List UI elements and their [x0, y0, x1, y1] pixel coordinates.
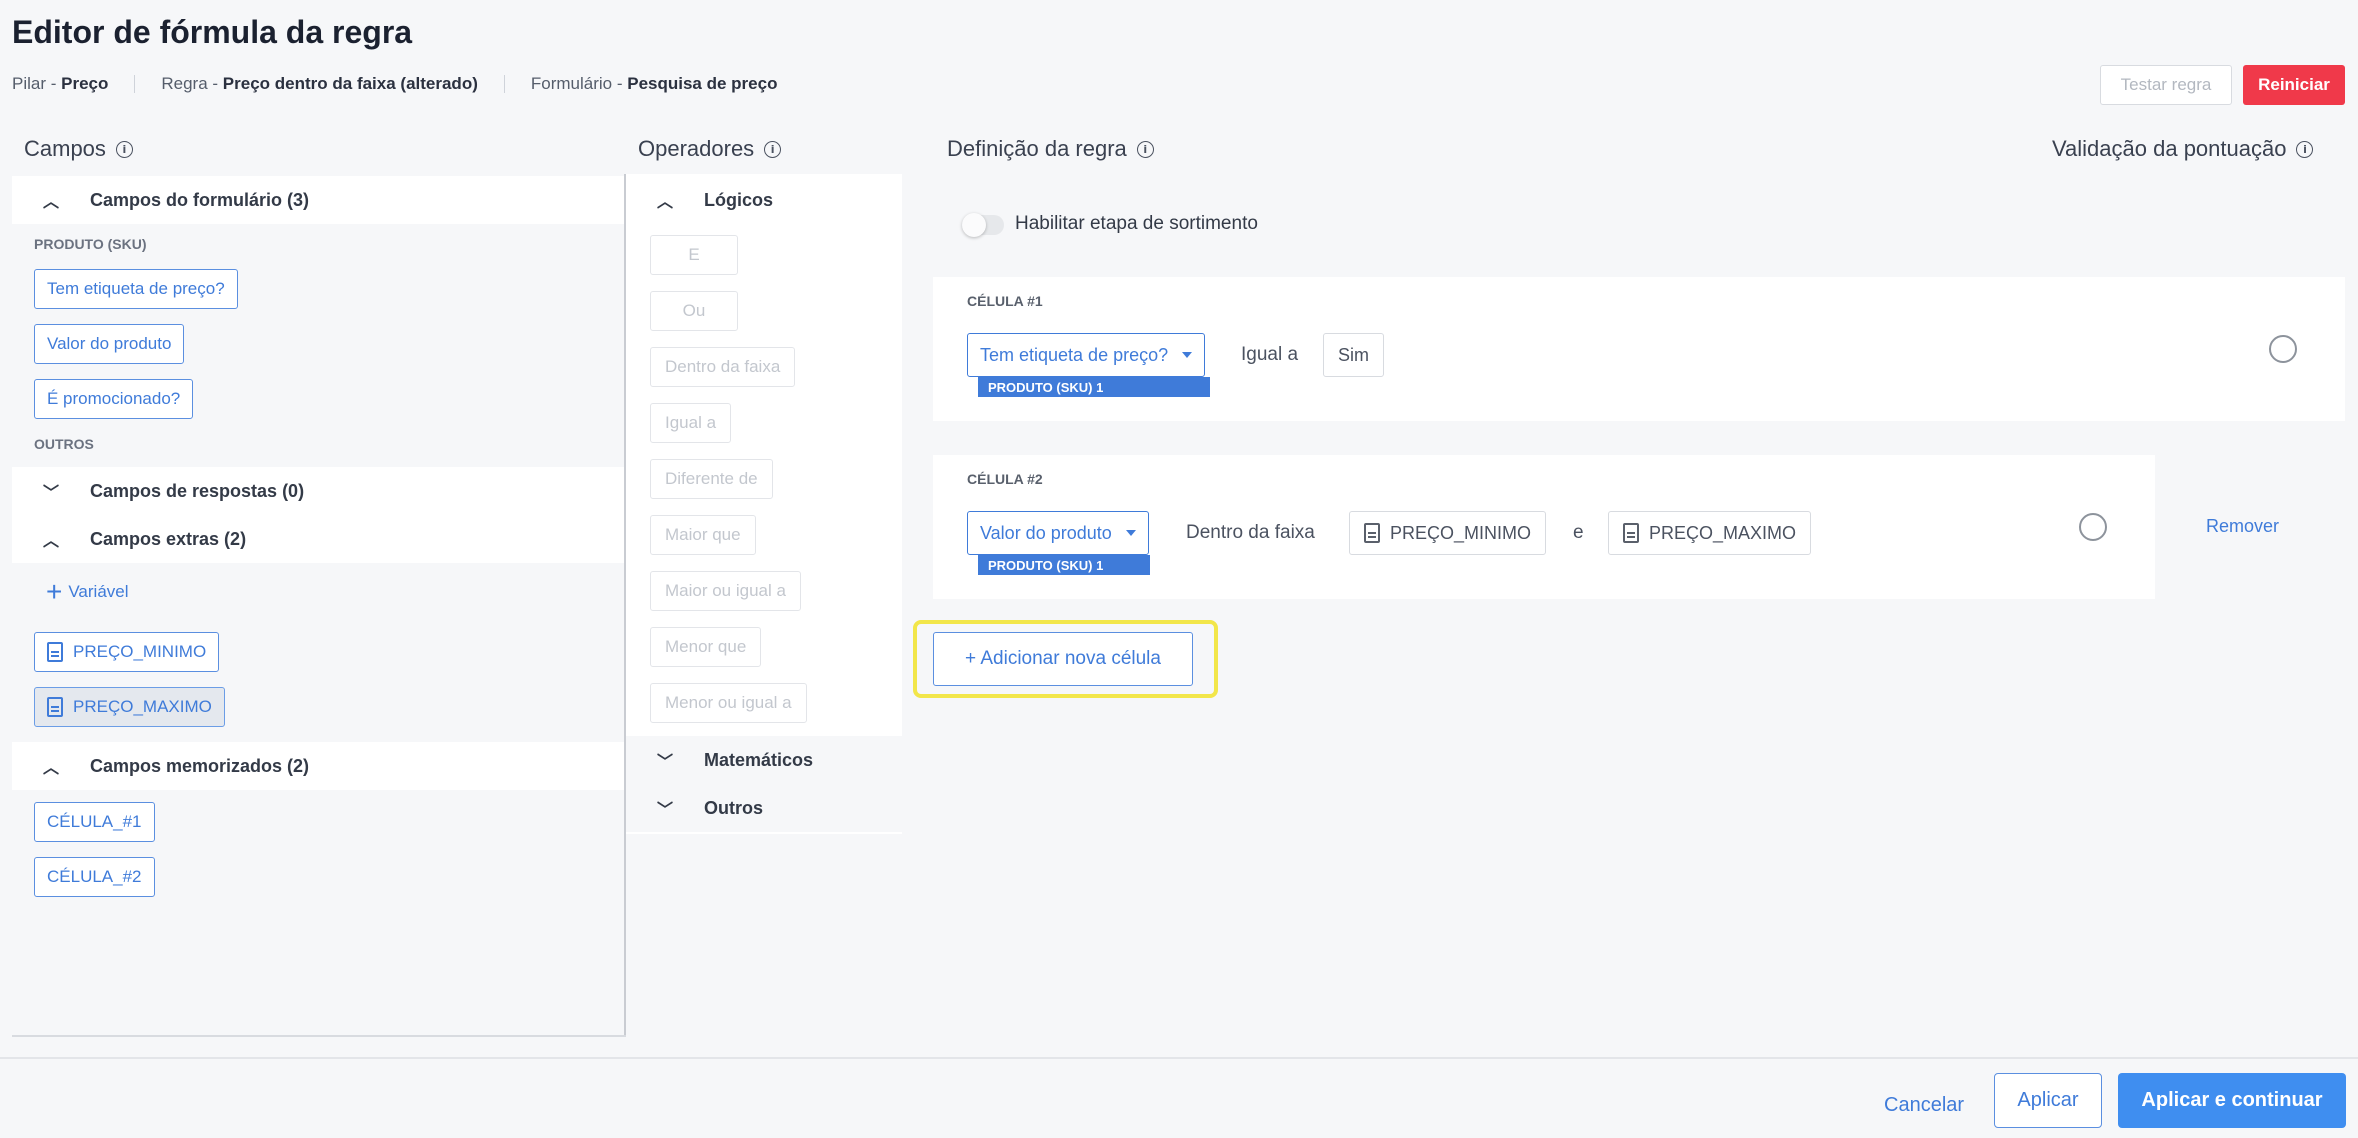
field-select[interactable]: Valor do produto [967, 511, 1149, 555]
validacao-title: Validação da pontuação i [2052, 136, 2314, 162]
chevron-down-icon: ﹀ [656, 754, 673, 771]
operator-button[interactable]: Menor ou igual a [650, 683, 807, 723]
group-other[interactable]: ﹀ Outros [626, 784, 902, 832]
value-chip[interactable]: Sim [1323, 333, 1384, 377]
operator-button[interactable]: Maior que [650, 515, 756, 555]
sortimento-toggle[interactable] [962, 213, 1004, 237]
breadcrumb-pilar: Pilar - Preço [12, 74, 109, 93]
group-form-fields[interactable]: ︿ Campos do formulário (3) [12, 176, 624, 224]
document-icon [1364, 523, 1380, 543]
cell-label: CÉLULA #2 [967, 471, 1043, 487]
memo-field-chip[interactable]: CÉLULA_#1 [34, 802, 155, 842]
toggle-knob [962, 213, 986, 237]
chevron-up-icon: ︿ [42, 533, 59, 550]
memo-field-chip[interactable]: CÉLULA_#2 [34, 857, 155, 897]
info-icon[interactable]: i [1136, 140, 1154, 158]
group-math[interactable]: ﹀ Matemáticos [626, 736, 902, 784]
extra-field-chip[interactable]: PREÇO_MAXIMO [34, 687, 225, 727]
apply-continue-button[interactable]: Aplicar e continuar [2118, 1073, 2346, 1128]
operator-button[interactable]: Diferente de [650, 459, 773, 499]
rule-cell-2: CÉLULA #2 Valor do produto PRODUTO (SKU)… [933, 455, 2155, 599]
info-icon[interactable]: i [764, 140, 782, 158]
campos-panel: ︿ Campos do formulário (3) PRODUTO (SKU)… [12, 174, 624, 1037]
field-source-tag: PRODUTO (SKU) 1 [978, 377, 1210, 397]
document-icon [1623, 523, 1639, 543]
operator-label: Dentro da faixa [1186, 522, 1315, 543]
operator-button[interactable]: Igual a [650, 403, 732, 443]
breadcrumb-separator [503, 75, 505, 93]
rule-cell-1: CÉLULA #1 Tem etiqueta de preço? PRODUTO… [933, 277, 2345, 421]
value-chip-min[interactable]: PREÇO_MINIMO [1349, 511, 1547, 555]
chevron-down-icon: ﹀ [42, 485, 59, 502]
operator-button[interactable]: E [650, 235, 738, 275]
breadcrumb-separator [134, 75, 136, 93]
definicao-title: Definição da regra i [947, 136, 1154, 162]
group-response-fields[interactable]: ﹀ Campos de respostas (0) [12, 467, 624, 515]
product-label: PRODUTO (SKU) [34, 236, 147, 252]
field-chip[interactable]: Valor do produto [34, 324, 185, 364]
cell-radio[interactable] [2079, 513, 2107, 541]
test-rule-button[interactable]: Testar regra [2100, 65, 2232, 105]
others-label: OUTROS [34, 436, 94, 452]
chevron-up-icon: ︿ [42, 194, 59, 211]
restart-button[interactable]: Reiniciar [2243, 65, 2345, 105]
add-variable-button[interactable]: + Variável [46, 576, 129, 607]
info-icon[interactable]: i [115, 140, 133, 158]
caret-down-icon [1182, 352, 1193, 358]
caret-down-icon [1125, 530, 1136, 536]
column-bottom-line [12, 1035, 626, 1037]
breadcrumb-regra: Regra - Preço dentro da faixa (alterado) [161, 74, 478, 93]
operator-button[interactable]: Menor que [650, 627, 762, 667]
add-cell-button[interactable]: + Adicionar nova célula [933, 632, 1193, 686]
page-title: Editor de fórmula da regra [12, 14, 413, 50]
chevron-up-icon: ︿ [42, 760, 59, 777]
breadcrumb: Pilar - Preço Regra - Preço dentro da fa… [12, 74, 777, 94]
field-chip[interactable]: É promocionado? [34, 379, 194, 419]
operadores-panel: ︿ Lógicos E Ou Dentro da faixa Igual a D… [626, 174, 902, 834]
operator-label: Igual a [1241, 344, 1299, 365]
operator-button[interactable]: Dentro da faixa [650, 347, 796, 387]
footer-divider [0, 1057, 2358, 1059]
info-icon[interactable]: i [2296, 140, 2314, 158]
group-memo-fields[interactable]: ︿ Campos memorizados (2) [12, 742, 624, 790]
cell-label: CÉLULA #1 [967, 293, 1043, 309]
breadcrumb-formulario: Formulário - Pesquisa de preço [530, 74, 778, 93]
operator-button[interactable]: Maior ou igual a [650, 571, 801, 611]
extra-field-chip[interactable]: PREÇO_MINIMO [34, 632, 220, 672]
apply-button[interactable]: Aplicar [1994, 1073, 2102, 1128]
remove-cell-link[interactable]: Remover [2206, 516, 2279, 537]
field-source-tag: PRODUTO (SKU) 1 [978, 555, 1150, 575]
field-chip[interactable]: Tem etiqueta de preço? [34, 269, 238, 309]
campos-title: Campos i [24, 136, 133, 162]
operadores-title: Operadores i [638, 136, 782, 162]
group-logical[interactable]: ︿ Lógicos [626, 176, 902, 224]
cancel-button[interactable]: Cancelar [1884, 1078, 1964, 1132]
value-chip-max[interactable]: PREÇO_MAXIMO [1608, 511, 1812, 555]
sortimento-toggle-label: Habilitar etapa de sortimento [1015, 213, 1258, 234]
conjunction-label: e [1573, 522, 1584, 543]
operator-button[interactable]: Ou [650, 291, 738, 331]
document-icon [47, 697, 63, 717]
group-extra-fields[interactable]: ︿ Campos extras (2) [12, 515, 624, 563]
chevron-down-icon: ﹀ [656, 802, 673, 819]
document-icon [47, 642, 63, 662]
cell-radio[interactable] [2269, 335, 2297, 363]
chevron-up-icon: ︿ [656, 194, 673, 211]
plus-icon: + [46, 576, 63, 607]
field-select[interactable]: Tem etiqueta de preço? [967, 333, 1206, 377]
